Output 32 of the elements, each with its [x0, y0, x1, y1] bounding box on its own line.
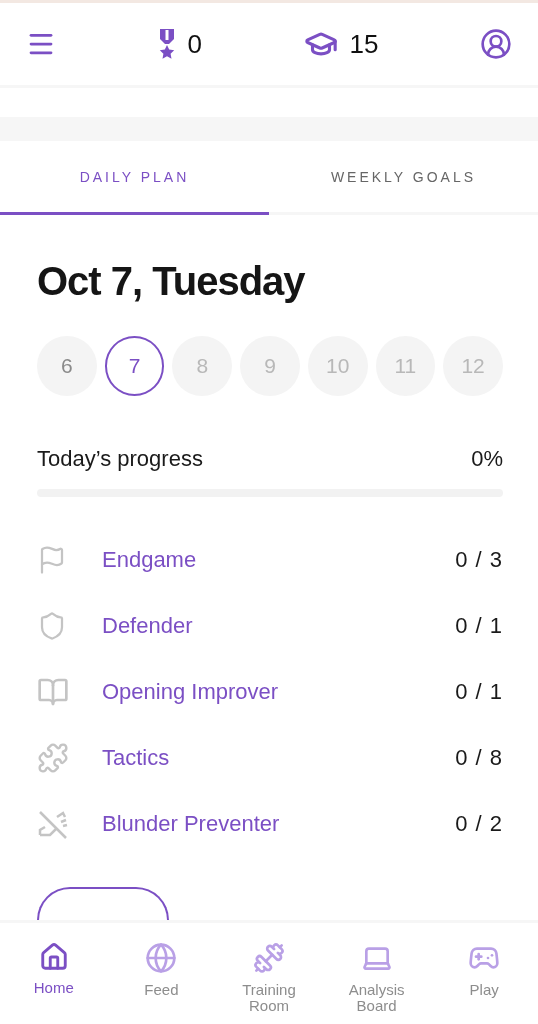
progress-reading: 0% [471, 446, 503, 472]
nav-item[interactable]: Training Room [215, 941, 323, 1024]
task-link[interactable]: Blunder Preventer [102, 811, 456, 837]
tab[interactable]: WEEKLY GOALS [269, 141, 538, 215]
task-count: 0 / 1 [455, 613, 503, 639]
date-title: Oct 7, Tuesday [37, 259, 306, 304]
tab[interactable]: DAILY PLAN [0, 141, 269, 215]
task-link[interactable]: Opening Improver [102, 679, 456, 705]
task-link[interactable]: Tactics [102, 745, 456, 771]
profile-button[interactable] [480, 28, 512, 60]
task-count: 0 / 2 [455, 811, 503, 837]
puzzle-icon [37, 742, 69, 774]
medal-icon [157, 29, 176, 59]
globe-icon [145, 942, 178, 974]
nav-item[interactable]: Feed [107, 941, 216, 1024]
nav-item[interactable]: Analysis Board [322, 941, 431, 1024]
task-count: 0 / 1 [455, 679, 503, 705]
task-count: 0 / 8 [455, 745, 503, 771]
home-icon [38, 942, 69, 972]
book-icon [37, 676, 69, 708]
cap-count: 15 [349, 28, 379, 60]
task-count: 0 / 3 [455, 547, 503, 573]
day-button[interactable]: 6 [37, 336, 97, 396]
dumbbell-icon [253, 942, 285, 974]
profile-icon [480, 28, 512, 60]
nav-item[interactable]: Home [0, 941, 108, 1024]
task-link[interactable]: Endgame [102, 547, 456, 573]
nav-item[interactable]: Play [430, 941, 538, 1024]
task-link[interactable]: Defender [102, 613, 456, 639]
progress-label: Today’s progress [37, 446, 203, 472]
medal-count: 0 [187, 28, 202, 60]
day-button[interactable]: 7 [104, 336, 165, 396]
